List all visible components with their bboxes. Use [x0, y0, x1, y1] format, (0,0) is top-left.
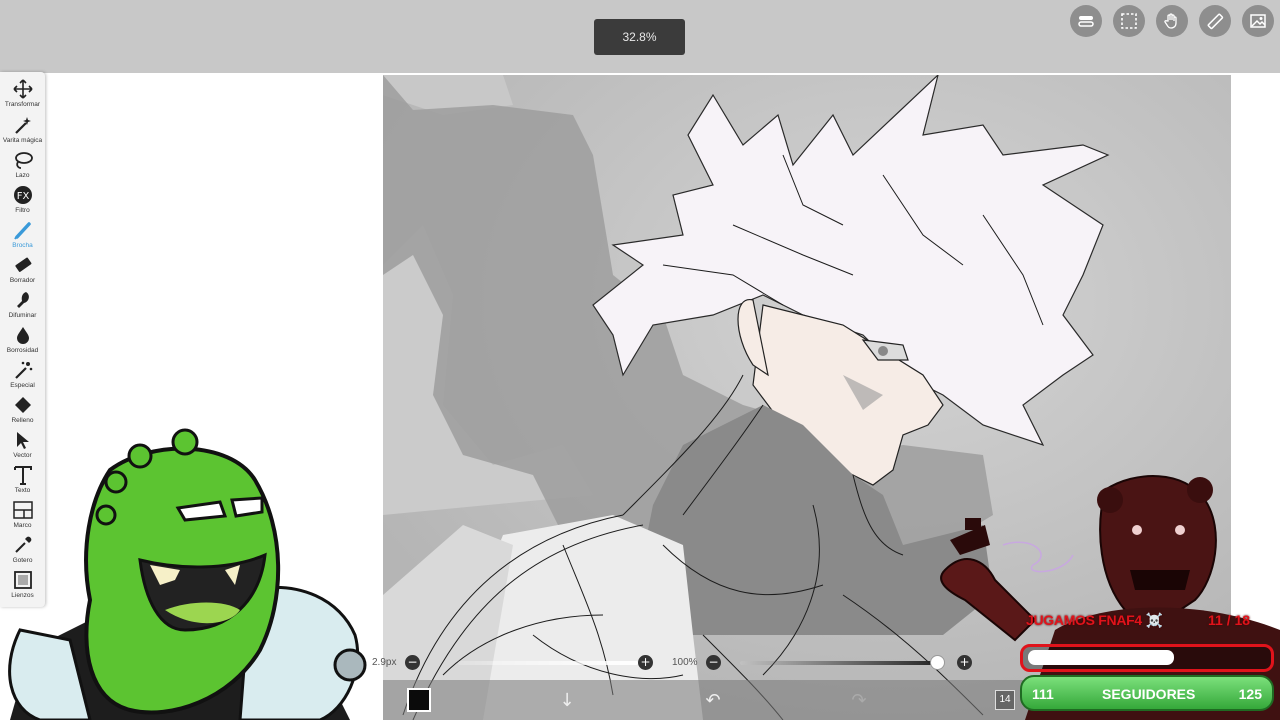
tool-label: Lazo	[15, 172, 30, 179]
download-icon[interactable]: ↓	[555, 688, 579, 712]
goal-progress-fill	[1028, 650, 1174, 665]
tool-label: Varita mágica	[2, 137, 43, 144]
fx-icon: FX	[13, 186, 32, 204]
tool-label: Especial	[10, 382, 35, 389]
size-minus-button[interactable]: −	[405, 655, 420, 670]
magic-wand-icon	[14, 117, 31, 134]
blur-icon	[16, 292, 29, 308]
tool-blurring[interactable]: Borrosidad	[0, 322, 45, 357]
tool-magic-wand[interactable]: Varita mágica	[0, 112, 45, 147]
layer-toggle-icon[interactable]	[1070, 5, 1102, 37]
streamer-avatar	[8, 428, 367, 720]
tool-label: Filtro	[15, 207, 30, 214]
brush-size-slider[interactable]	[458, 661, 638, 665]
tool-blur[interactable]: Difuminar	[0, 287, 45, 322]
tool-transform[interactable]: Transformar	[0, 76, 45, 111]
brush-opacity-value: 100%	[672, 657, 698, 668]
tool-brush[interactable]: Brocha	[0, 217, 45, 252]
tool-label: Borrador	[9, 277, 36, 284]
top-bar: 32.8%	[0, 0, 1280, 73]
tool-label: Difuminar	[8, 312, 37, 319]
redo-icon[interactable]: ↷	[847, 688, 871, 712]
tool-lasso[interactable]: Lazo	[0, 147, 45, 182]
ruler-icon[interactable]	[1199, 5, 1231, 37]
followers-current: 111	[1032, 686, 1054, 702]
followers-target: 125	[1238, 686, 1262, 702]
tool-label: Brocha	[12, 242, 33, 249]
drop-icon	[16, 327, 29, 344]
special-icon	[14, 361, 32, 379]
followers-label: SEGUIDORES	[1102, 686, 1196, 702]
current-color-swatch[interactable]	[407, 688, 431, 712]
zoom-indicator: 32.8%	[594, 19, 685, 55]
brush-size-value: 2.9px	[372, 657, 397, 668]
opacity-minus-button[interactable]: −	[706, 655, 721, 670]
tool-eraser[interactable]: Borrador	[0, 252, 45, 287]
brush-sliders: 2.9px − + 100% − +	[370, 652, 980, 674]
stream-goal-title: JUGAMOS FNAF4 ☠️	[1026, 612, 1163, 628]
undo-icon[interactable]: ↶	[701, 688, 725, 712]
ibis-paint-app: 32.8% Transformar Varita mágica Lazo FX …	[0, 0, 1280, 720]
fill-icon	[14, 397, 31, 413]
tool-label: Transformar	[4, 101, 41, 108]
size-plus-button[interactable]: +	[638, 655, 653, 670]
tool-filter[interactable]: FX Filtro	[0, 182, 45, 217]
move-icon	[12, 79, 33, 99]
hand-icon[interactable]	[1156, 5, 1188, 37]
tool-special[interactable]: Especial	[0, 357, 45, 392]
image-icon[interactable]	[1242, 5, 1274, 37]
stream-goal-count: 11 / 18	[1208, 612, 1251, 628]
tool-label: Borrosidad	[6, 347, 39, 354]
svg-text:FX: FX	[16, 191, 29, 202]
eraser-icon	[14, 257, 31, 272]
followers-goal-bar: 111 SEGUIDORES 125	[1020, 675, 1274, 711]
lasso-icon	[14, 152, 33, 169]
top-right-tools	[1070, 5, 1274, 37]
selection-icon[interactable]	[1113, 5, 1145, 37]
brush-icon	[13, 222, 31, 240]
